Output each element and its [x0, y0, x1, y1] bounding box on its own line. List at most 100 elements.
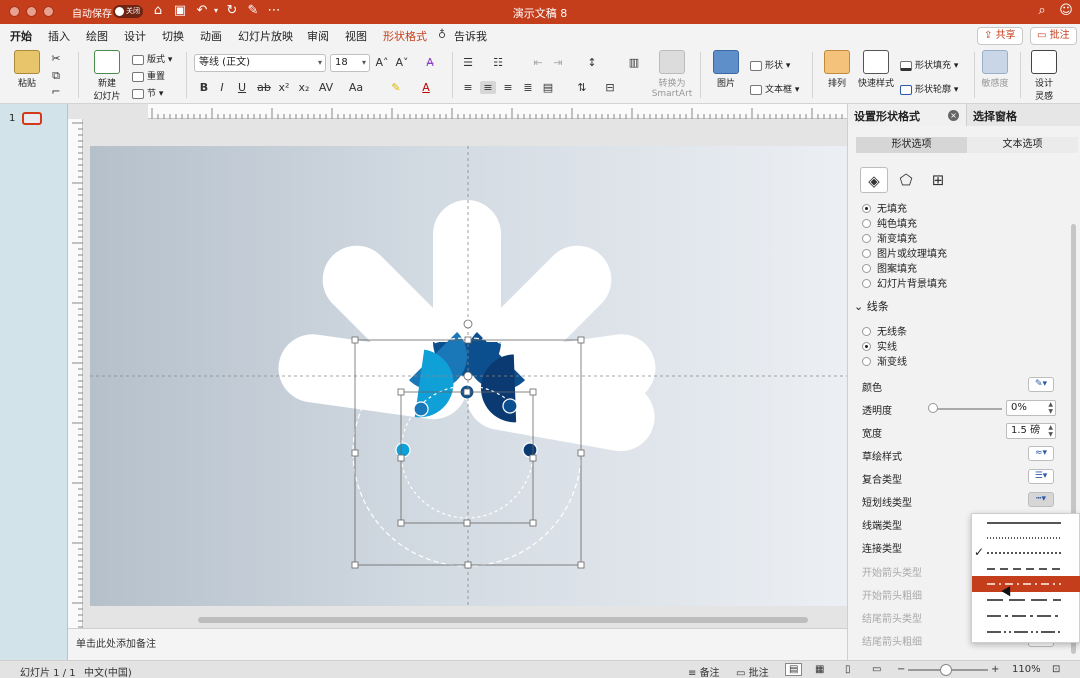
tab-transitions[interactable]: 切换: [162, 28, 184, 44]
spinner-arrows-icon[interactable]: ▲ ▼: [1048, 401, 1053, 415]
tab-draw[interactable]: 绘图: [86, 28, 108, 44]
effects-pentagon-icon[interactable]: ⬠: [892, 167, 920, 193]
fill-option-solid[interactable]: 纯色填充: [862, 215, 917, 230]
tab-home[interactable]: 开始: [10, 28, 32, 48]
transparency-input[interactable]: 0% ▲ ▼: [1006, 400, 1056, 416]
new-slide-button[interactable]: 新建 幻灯片: [88, 50, 126, 102]
decrease-indent-icon[interactable]: ⇤: [530, 56, 546, 69]
align-left-icon[interactable]: ≡: [460, 81, 476, 94]
fill-option-none[interactable]: 无填充: [862, 200, 907, 215]
line-option-gradient[interactable]: 渐变线: [862, 353, 907, 368]
tab-shape-format[interactable]: 形状格式: [383, 28, 427, 44]
align-right-icon[interactable]: ≡: [500, 81, 516, 94]
convert-smartart-button[interactable]: 转换为 SmartArt: [650, 50, 694, 99]
line-spacing-icon[interactable]: ↕: [584, 56, 600, 69]
format-painter-icon[interactable]: ⌐: [48, 85, 64, 98]
align-text-icon[interactable]: ⊟: [602, 81, 618, 94]
pane-title[interactable]: 设置形状格式: [854, 108, 920, 124]
home-icon[interactable]: ⌂: [150, 3, 166, 19]
highlight-icon[interactable]: ✎: [388, 81, 404, 94]
tab-shape-options[interactable]: 形状选项: [856, 137, 967, 153]
slideshow-icon[interactable]: ▭: [872, 664, 881, 675]
reading-view-icon[interactable]: ▯: [845, 664, 851, 675]
rotate-handle[interactable]: [463, 319, 473, 329]
arrange-button[interactable]: 排列: [818, 50, 856, 89]
superscript-icon[interactable]: x²: [276, 81, 292, 94]
bullets-icon[interactable]: ☰: [460, 56, 476, 69]
slide-thumbnail[interactable]: [22, 112, 42, 125]
redo-icon[interactable]: ↻: [224, 3, 240, 19]
character-spacing-icon[interactable]: AV: [318, 81, 334, 94]
close-icon[interactable]: ×: [948, 110, 959, 121]
tab-design[interactable]: 设计: [124, 28, 146, 44]
copy-icon[interactable]: ⧉: [48, 69, 64, 83]
collaborate-icon[interactable]: ☺: [1058, 3, 1074, 19]
zoom-in-icon[interactable]: +: [991, 664, 999, 675]
tab-view[interactable]: 视图: [345, 28, 367, 44]
comments-button[interactable]: ▭ 批注: [1030, 27, 1077, 45]
rotate-handle[interactable]: [463, 371, 473, 381]
dot[interactable]: [502, 398, 518, 414]
tab-text-options[interactable]: 文本选项: [967, 137, 1078, 153]
zoom-slider-knob[interactable]: [940, 664, 952, 676]
fill-line-icon[interactable]: ◈: [860, 167, 888, 193]
maximize-window-button[interactable]: [43, 6, 54, 17]
fill-option-picture[interactable]: 图片或纹理填充: [862, 245, 947, 260]
dash-type-button[interactable]: ┅▾: [1028, 492, 1054, 507]
justify-icon[interactable]: ≣: [520, 81, 536, 94]
notes-pane[interactable]: 单击此处添加备注: [68, 628, 847, 660]
text-direction-icon[interactable]: ⇅: [574, 81, 590, 94]
italic-icon[interactable]: I: [214, 81, 230, 94]
numbering-icon[interactable]: ☷: [490, 56, 506, 69]
dash-option-long-dash[interactable]: [972, 592, 1080, 608]
designer-button[interactable]: 设计 灵感: [1026, 50, 1062, 102]
dash-option-dash[interactable]: [972, 561, 1080, 577]
shape-fill-button[interactable]: 形状填充 ▾: [900, 58, 958, 71]
tell-me[interactable]: 告诉我: [454, 28, 487, 44]
slide-artwork[interactable]: [90, 146, 847, 606]
paste-button[interactable]: 粘贴: [10, 50, 44, 89]
width-input[interactable]: 1.5 磅 ▲ ▼: [1006, 423, 1056, 439]
more-icon[interactable]: ⋯: [266, 3, 282, 19]
share-button[interactable]: ⇪ 共享: [977, 27, 1023, 45]
sensitivity-button[interactable]: 敏感度: [978, 50, 1012, 89]
undo-dropdown-icon[interactable]: ▾: [208, 3, 224, 19]
minimize-window-button[interactable]: [26, 6, 37, 17]
tab-animations[interactable]: 动画: [200, 28, 222, 44]
dash-option-solid[interactable]: [972, 515, 1080, 531]
line-section-header[interactable]: ⌄ 线条: [854, 298, 889, 314]
clear-format-icon[interactable]: A̶: [422, 56, 438, 69]
spinner-arrows-icon[interactable]: ▲ ▼: [1048, 424, 1053, 438]
sketch-style-button[interactable]: ≈▾: [1028, 446, 1054, 461]
picture-button[interactable]: 图片: [708, 50, 744, 89]
increase-font-icon[interactable]: A˄: [374, 56, 390, 69]
columns-icon[interactable]: ▥: [626, 56, 642, 69]
transparency-slider[interactable]: [932, 408, 1002, 410]
normal-view-icon[interactable]: ▤: [785, 663, 803, 676]
strikethrough-icon[interactable]: ab: [256, 81, 272, 94]
change-case-icon[interactable]: Aa: [348, 81, 364, 94]
tab-insert[interactable]: 插入: [48, 28, 70, 44]
increase-indent-icon[interactable]: ⇥: [550, 56, 566, 69]
zoom-out-icon[interactable]: −: [897, 664, 905, 675]
shapes-button[interactable]: 形状 ▾: [750, 58, 790, 71]
bold-icon[interactable]: B: [196, 81, 212, 94]
fit-to-window-icon[interactable]: ⊡: [1052, 664, 1060, 675]
notes-toggle[interactable]: ≡ 备注: [688, 664, 720, 678]
language[interactable]: 中文(中国): [84, 664, 132, 678]
edit-icon[interactable]: ✎: [245, 3, 261, 19]
slide[interactable]: [90, 146, 847, 606]
align-center-icon[interactable]: ≡: [480, 81, 496, 94]
tab-review[interactable]: 审阅: [307, 28, 329, 44]
selection-pane-tab[interactable]: 选择窗格: [966, 104, 1080, 126]
dash-option-dash-dot[interactable]: [972, 576, 1080, 592]
dash-option-long-dash-dot[interactable]: [972, 608, 1080, 624]
line-option-none[interactable]: 无线条: [862, 323, 907, 338]
tab-slideshow[interactable]: 幻灯片放映: [238, 28, 293, 44]
autosave-toggle[interactable]: 关闭: [113, 5, 143, 18]
vertical-ruler[interactable]: [68, 119, 83, 628]
line-option-solid[interactable]: 实线: [862, 338, 897, 353]
size-properties-icon[interactable]: ⊞: [924, 167, 952, 193]
font-color-icon[interactable]: A: [418, 81, 434, 94]
close-window-button[interactable]: [9, 6, 20, 17]
